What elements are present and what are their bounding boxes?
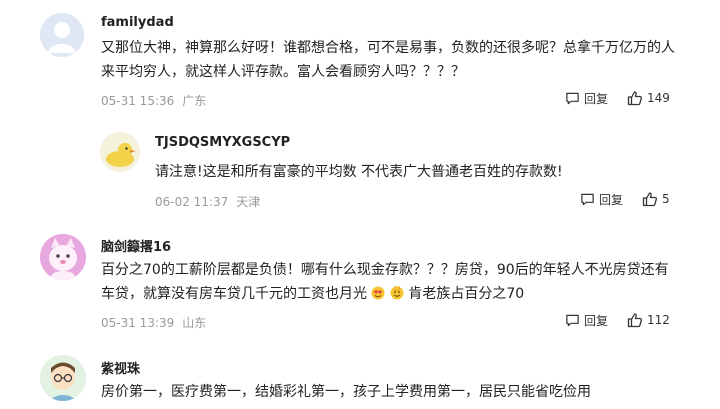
avatar[interactable]	[100, 132, 140, 172]
reply-label: 回复	[584, 92, 609, 106]
comment-item: 脑剑籙撂16 百分之70的工薪阶层都是负债！哪有什么现金存款？？？房贷，90后的…	[0, 220, 720, 340]
comment-text: 请注意!这是和所有富豪的平均数 不代表广大普通老百姓的存款数!	[155, 164, 563, 180]
avatar[interactable]	[40, 13, 84, 57]
reply-button[interactable]: 回复	[565, 312, 608, 329]
avatar[interactable]	[40, 355, 86, 401]
username[interactable]: 紫视珠	[101, 358, 140, 377]
like-button[interactable]: 112	[627, 312, 670, 328]
comment-meta: 05-31 13:39 山东	[101, 314, 206, 331]
reply-button[interactable]: 回复	[580, 191, 623, 208]
comment-text: 又那位大神，神算那么好呀！谁都想合格，可不是易事，负数的还很多呢？总拿千万亿万的…	[101, 40, 675, 80]
glasses-person-avatar-icon	[40, 355, 86, 401]
comment-text: 百分之70的工薪阶层都是负债！哪有什么现金存款？？？房贷，90后的年轻人不光房贷…	[101, 258, 681, 306]
default-avatar-icon	[40, 13, 84, 57]
comment-text: 房价第一，医疗费第一，结婚彩礼第一，孩子上学费用第一，居民只能省吃俭用	[101, 384, 591, 400]
cat-avatar-icon	[40, 234, 86, 280]
username[interactable]: familydad	[101, 15, 174, 30]
comment-location: 天津	[236, 195, 261, 209]
reply-item: TJSDQSMYXGSCYP 请注意!这是和所有富豪的平均数 不代表广大普通老百…	[0, 120, 720, 220]
smiling-face-emoji-icon	[390, 284, 404, 300]
duck-avatar-icon	[100, 132, 140, 172]
comment-time: 05-31 13:39	[101, 316, 175, 330]
comment-meta: 05-31 15:36 广东	[101, 92, 206, 109]
comment-text-part: 肯老族占百分之70	[408, 286, 525, 302]
reply-button[interactable]: 回复	[565, 90, 608, 107]
avatar[interactable]	[40, 234, 86, 280]
reply-icon	[566, 314, 579, 327]
heart-eyes-emoji-icon	[371, 284, 385, 300]
like-count: 112	[647, 313, 670, 327]
like-button[interactable]: 5	[642, 191, 670, 207]
username[interactable]: 脑剑籙撂16	[101, 236, 171, 255]
reply-icon	[566, 92, 579, 105]
comment-item: familydad 又那位大神，神算那么好呀！谁都想合格，可不是易事，负数的还很…	[0, 0, 720, 120]
reply-label: 回复	[584, 314, 609, 328]
thumbs-up-icon	[642, 192, 658, 207]
comment-time: 06-02 11:37	[155, 195, 229, 209]
username[interactable]: TJSDQSMYXGSCYP	[155, 135, 290, 150]
comment-text-part: 百分之70的工薪阶层都是负债！哪有什么现金存款？？？房贷，90后的年轻人不光房贷…	[101, 262, 669, 302]
comment-item: 紫视珠 房价第一，医疗费第一，结婚彩礼第一，孩子上学费用第一，居民只能省吃俭用	[0, 340, 720, 409]
thumbs-up-icon	[627, 313, 643, 328]
like-button[interactable]: 149	[627, 90, 670, 106]
comment-location: 广东	[182, 94, 207, 108]
like-count: 149	[647, 91, 670, 105]
thumbs-up-icon	[627, 91, 643, 106]
reply-label: 回复	[599, 193, 624, 207]
reply-icon	[581, 193, 594, 206]
comment-meta: 06-02 11:37 天津	[155, 193, 260, 210]
comment-location: 山东	[182, 316, 207, 330]
like-count: 5	[662, 192, 670, 206]
comment-time: 05-31 15:36	[101, 94, 175, 108]
